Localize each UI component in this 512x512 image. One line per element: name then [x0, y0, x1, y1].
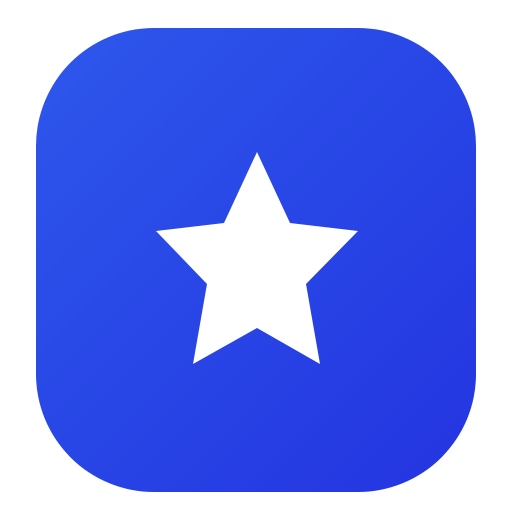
app-icon[interactable]	[36, 28, 476, 492]
icon-canvas	[0, 0, 512, 512]
star-icon	[156, 152, 358, 364]
